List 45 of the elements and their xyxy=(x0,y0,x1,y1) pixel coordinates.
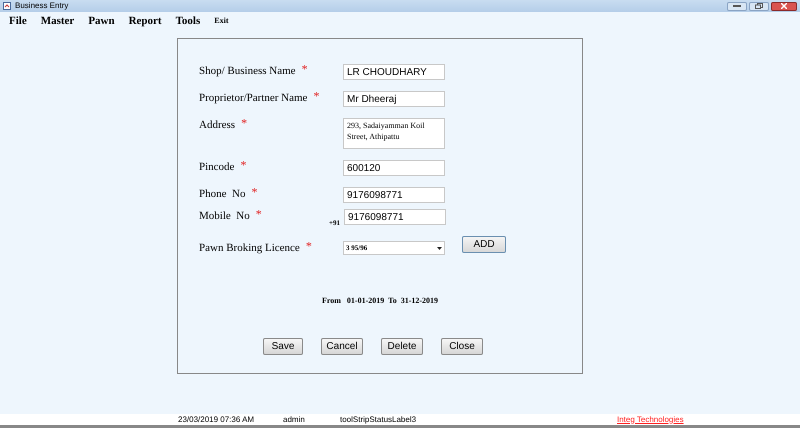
minimize-icon xyxy=(733,5,741,7)
field-label: Pincode xyxy=(199,160,234,174)
menu-item[interactable]: Exit xyxy=(214,15,228,27)
field-label: Phone No xyxy=(199,187,246,201)
required-marker: * xyxy=(313,91,320,101)
licence-period: From 01-01-2019 To 31-12-2019 xyxy=(320,295,440,307)
field-label: Mobile No xyxy=(199,209,250,223)
minimize-button[interactable] xyxy=(727,2,747,10)
input-field[interactable]: 600120 xyxy=(343,160,445,176)
menu-item[interactable]: File xyxy=(9,12,27,30)
restore-button[interactable] xyxy=(749,2,769,10)
restore-icon xyxy=(755,3,763,9)
required-marker: * xyxy=(240,160,246,170)
dropdown-arrow-icon xyxy=(437,246,442,250)
required-marker: * xyxy=(241,118,248,128)
status-datetime: 23/03/2019 07:36 AM xyxy=(178,414,254,426)
form-button[interactable]: Cancel xyxy=(321,338,363,355)
add-button[interactable]: ADD xyxy=(462,236,506,253)
form-button[interactable]: Close xyxy=(441,338,483,355)
close-window-button[interactable] xyxy=(771,2,797,10)
field-label: Proprietor/Partner Name xyxy=(199,91,308,105)
required-marker: * xyxy=(251,187,258,197)
form-button[interactable]: Delete xyxy=(381,338,423,355)
status-label: toolStripStatusLabel3 xyxy=(340,414,416,426)
app-icon xyxy=(3,2,11,10)
address-field[interactable]: 293, Sadaiyamman Koil Street, Athipattu xyxy=(343,118,445,149)
company-link[interactable]: Integ Technologies xyxy=(617,414,684,426)
menu-item[interactable]: Pawn xyxy=(88,12,115,30)
menu-item[interactable]: Report xyxy=(128,12,162,30)
status-user: admin xyxy=(283,414,305,426)
form-button[interactable]: Save xyxy=(263,338,303,355)
input-field[interactable]: 9176098771 xyxy=(343,187,445,203)
menu-item[interactable]: Tools xyxy=(176,12,200,30)
input-field[interactable]: 9176098771 xyxy=(344,209,446,225)
input-field[interactable]: LR CHOUDHARY xyxy=(343,64,445,80)
menu-item[interactable]: Master xyxy=(40,12,74,30)
input-field[interactable]: Mr Dheeraj xyxy=(343,91,445,107)
field-label: Shop/ Business Name xyxy=(199,64,296,78)
required-marker: * xyxy=(306,241,312,251)
window-title: Business Entry xyxy=(15,2,68,10)
required-marker: * xyxy=(302,64,308,74)
required-marker: * xyxy=(256,209,262,219)
field-label: Pawn Broking Licence xyxy=(199,241,300,255)
field-label: Address xyxy=(199,118,236,132)
close-icon xyxy=(781,3,787,9)
